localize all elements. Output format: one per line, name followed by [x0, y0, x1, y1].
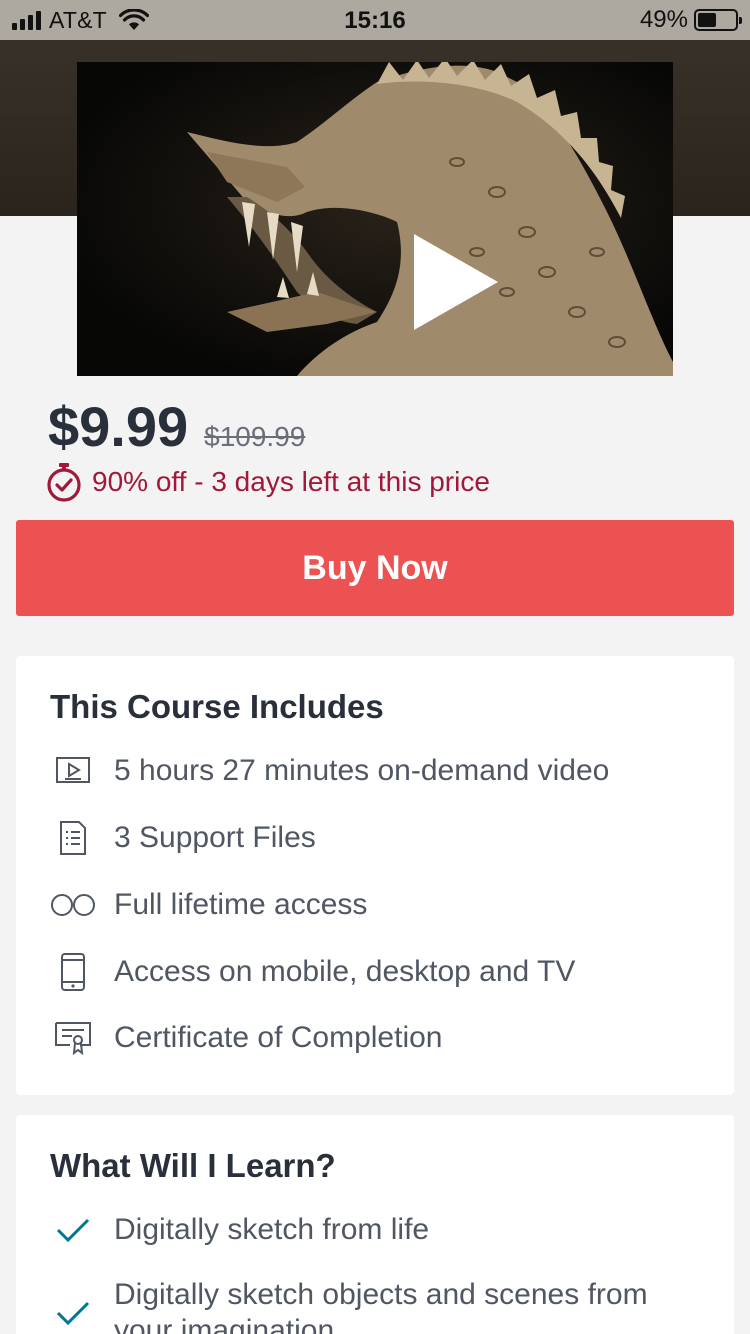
battery-icon — [694, 9, 742, 31]
include-item: Certificate of Completion — [48, 1018, 442, 1058]
file-icon — [48, 818, 98, 858]
certificate-icon — [48, 1018, 98, 1058]
what-will-i-learn-card: What Will I Learn? Digitally sketch from… — [16, 1115, 734, 1334]
timer-icon — [47, 463, 81, 502]
learn-item: Digitally sketch from life — [52, 1210, 429, 1250]
include-text: Access on mobile, desktop and TV — [114, 955, 576, 988]
buy-now-button[interactable]: Buy Now — [16, 520, 734, 616]
include-text: Certificate of Completion — [114, 1021, 443, 1054]
learn-text: Digitally sketch from life — [114, 1213, 430, 1246]
learn-title: What Will I Learn? — [50, 1147, 336, 1184]
include-item: Full lifetime access — [48, 885, 367, 925]
check-icon — [52, 1293, 94, 1333]
include-text: Full lifetime access — [114, 888, 368, 921]
infinity-icon — [48, 885, 98, 925]
course-preview-video[interactable] — [77, 62, 673, 376]
status-time: 15:16 — [344, 7, 406, 34]
includes-title: This Course Includes — [50, 688, 384, 725]
play-icon[interactable] — [414, 234, 498, 330]
check-icon — [52, 1210, 94, 1250]
include-text: 5 hours 27 minutes on-demand video — [114, 754, 610, 787]
learn-item: Digitally sketch objects and scenes from… — [52, 1277, 714, 1334]
learn-text: Digitally sketch objects and scenes from… — [114, 1278, 648, 1334]
include-item: 5 hours 27 minutes on-demand video — [48, 751, 609, 791]
include-text: 3 Support Files — [114, 821, 316, 854]
include-item: 3 Support Files — [48, 818, 316, 858]
course-includes-card: This Course Includes 5 hours 27 minutes … — [16, 656, 734, 1095]
original-price: $109.99 — [204, 421, 306, 452]
video-icon — [48, 751, 98, 791]
dragon-sketch-thumbnail — [77, 62, 673, 376]
mobile-icon — [48, 952, 98, 992]
include-item: Access on mobile, desktop and TV — [48, 952, 575, 992]
price-row: $9.99 $109.99 — [48, 394, 305, 459]
discount-notice: 90% off - 3 days left at this price — [46, 462, 490, 502]
current-price: $9.99 — [48, 395, 189, 458]
status-right: 49% — [639, 0, 742, 40]
battery-percent: 49% — [639, 6, 688, 33]
status-bar: AT&T 15:16 49% — [0, 0, 750, 40]
discount-text: 90% off - 3 days left at this price — [92, 466, 490, 497]
